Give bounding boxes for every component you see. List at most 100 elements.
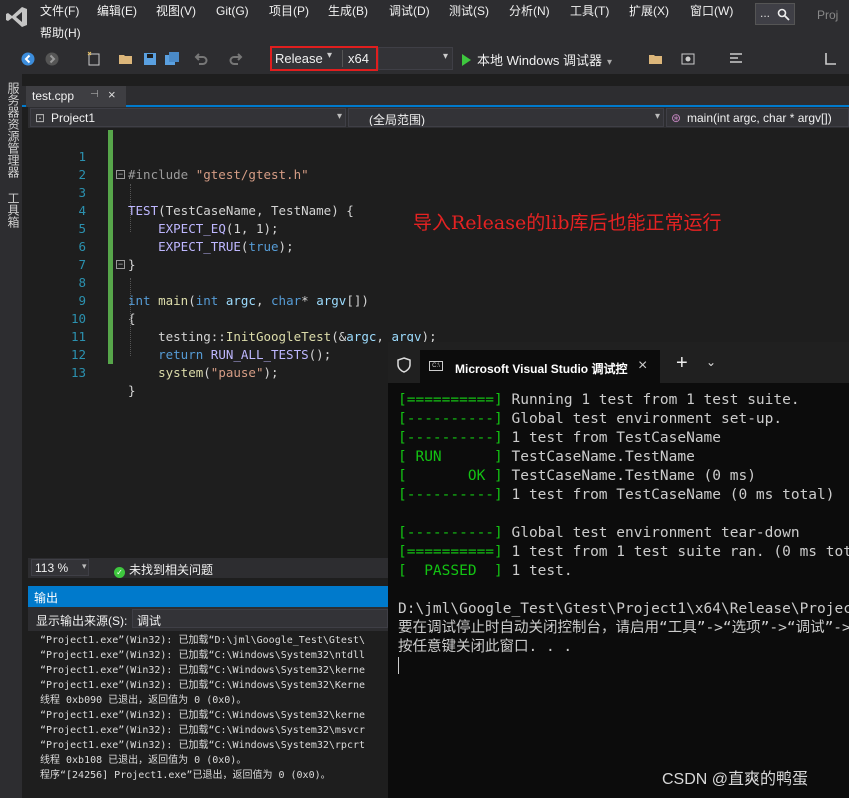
menu-analyze[interactable]: 分析(N) — [509, 4, 550, 18]
menu-edit[interactable]: 编辑(E) — [97, 4, 137, 18]
search-box[interactable]: ... — [755, 3, 795, 25]
menu-debug[interactable]: 调试(D) — [389, 4, 430, 18]
annotation-text: 导入Release的lib库后也能正常运行 — [413, 212, 722, 234]
redo-icon[interactable] — [228, 51, 244, 67]
code-line[interactable]: 11 return RUN_ALL_TESTS(); — [28, 310, 388, 362]
terminal-line: [----------] 1 test from TestCaseName — [398, 429, 721, 448]
document-tab-bar — [22, 86, 849, 107]
search-icon — [777, 8, 790, 21]
server-explorer-tab[interactable]: 服务器资源管理器 — [5, 82, 22, 178]
tool-window-strip: 服务器资源管理器 工具箱 — [0, 74, 22, 798]
folder-icon[interactable] — [648, 51, 664, 67]
code-line[interactable]: 10 testing::InitGoogleTest(&argc, argv); — [28, 292, 437, 344]
terminal-tag: [----------] — [398, 525, 503, 541]
function-icon: ⊛ — [671, 111, 682, 125]
editor-status-bar: 113 % ▾ ✓ 未找到相关问题 — [28, 558, 388, 578]
line-number: 13 — [70, 365, 86, 380]
menu-bar: 文件(F) 编辑(E) 视图(V) Git(G) 项目(P) 生成(B) 调试(… — [0, 0, 849, 44]
window-title: Proj — [817, 8, 839, 22]
menu-build[interactable]: 生成(B) — [328, 4, 368, 18]
issues-indicator[interactable]: ✓ 未找到相关问题 — [114, 561, 213, 578]
screenshot-icon[interactable] — [680, 51, 696, 67]
tab-test-cpp[interactable]: test.cpp ⊣ × — [26, 86, 126, 107]
menu-project[interactable]: 项目(P) — [269, 4, 309, 18]
collapse-icon[interactable]: − — [116, 170, 125, 179]
terminal-text: TestCaseName.TestName — [502, 449, 695, 465]
visual-studio-logo-icon[interactable] — [4, 4, 30, 30]
output-text[interactable]: “Project1.exe”(Win32): 已加载“D:\jml\Google… — [28, 631, 388, 798]
terminal-text: 1 test from 1 test suite ran. (0 ms tota… — [502, 544, 849, 560]
scope-dropdown[interactable]: (全局范围) ▾ — [348, 108, 664, 127]
terminal-text: 1 test. — [502, 563, 573, 579]
code-line[interactable]: 8 int main(int argc, char* argv[]) — [28, 256, 388, 308]
start-debugging-button[interactable]: 本地 Windows 调试器 ▾ — [462, 50, 612, 69]
save-all-icon[interactable] — [164, 51, 180, 67]
terminal-text: Global test environment set-up. — [502, 411, 783, 427]
terminal-text: TestCaseName.TestName (0 ms) — [502, 468, 756, 484]
output-source-value: 调试 — [137, 614, 162, 628]
solution-configuration-dropdown[interactable]: Release ▾ x64 — [270, 46, 378, 71]
terminal-line: D:\jml\Google_Test\Gtest\Project1\x64\Re… — [398, 600, 849, 619]
menu-window[interactable]: 窗口(W) — [690, 4, 733, 18]
terminal-tag: [ RUN ] — [398, 449, 503, 465]
search-box-label: ... — [760, 6, 771, 20]
menu-tools[interactable]: 工具(T) — [570, 4, 609, 18]
debug-console-window[interactable]: C:\ Microsoft Visual Studio 调试控 × + ⌄ [=… — [388, 342, 849, 798]
terminal-line: [----------] Global test environment tea… — [398, 524, 800, 543]
code-line[interactable]: 4 EXPECT_EQ(1, 1); — [28, 184, 388, 236]
code-line[interactable]: 13 } — [28, 346, 388, 398]
solution-platform-dropdown[interactable]: ▾ — [378, 47, 453, 70]
open-folder-icon[interactable] — [118, 51, 134, 67]
terminal-line: [----------] 1 test from TestCaseName (0… — [398, 486, 835, 505]
indent-guide — [130, 278, 131, 356]
terminal-tag: [==========] — [398, 544, 503, 560]
output-title-label: 输出 — [34, 591, 59, 605]
output-source-dropdown[interactable]: 调试 — [132, 609, 388, 628]
close-icon[interactable]: × — [108, 87, 116, 102]
terminal-line: [==========] 1 test from 1 test suite ra… — [398, 543, 849, 562]
chevron-down-icon: ▾ — [654, 111, 660, 122]
format-icon[interactable] — [728, 51, 744, 67]
code-line[interactable]: 12 system("pause"); — [28, 328, 388, 380]
chevron-down-icon: ▾ — [336, 111, 342, 122]
code-line[interactable]: 6 } — [28, 220, 388, 272]
terminal-text: Running 1 test from 1 test suite. — [502, 392, 800, 408]
play-icon — [462, 54, 471, 66]
output-panel-title[interactable]: 输出 — [28, 586, 388, 607]
undo-icon[interactable] — [193, 51, 209, 67]
output-line: 程序“[24256] Project1.exe”已退出，返回值为 0 (0x0)… — [40, 770, 331, 781]
code-text: system("pause"); — [158, 365, 279, 380]
back-icon[interactable] — [20, 51, 36, 67]
code-line[interactable]: 9 { — [28, 274, 388, 326]
menu-file[interactable]: 文件(F) — [40, 4, 79, 18]
terminal-text: Global test environment tear-down — [502, 525, 800, 541]
code-line[interactable]: 3 TEST(TestCaseName, TestName) { — [28, 166, 388, 218]
menu-help[interactable]: 帮助(H) — [40, 26, 81, 40]
code-line[interactable]: 5 EXPECT_TRUE(true); — [28, 202, 388, 254]
new-item-icon[interactable] — [86, 51, 102, 67]
code-line[interactable]: 1 #include "gtest/gtest.h" — [28, 130, 388, 182]
menu-view[interactable]: 视图(V) — [156, 4, 196, 18]
close-icon[interactable]: × — [638, 357, 647, 375]
collapse-icon[interactable]: − — [116, 260, 125, 269]
member-dropdown[interactable]: ⊛ main(int argc, char * argv[]) — [666, 108, 849, 127]
live-share-icon[interactable] — [823, 51, 839, 67]
toolbox-tab[interactable]: 工具箱 — [5, 192, 22, 228]
save-icon[interactable] — [142, 51, 158, 67]
new-tab-icon[interactable]: + — [676, 353, 688, 373]
terminal-line: 按任意键关闭此窗口. . . — [398, 638, 572, 657]
terminal-text: D:\jml\Google_Test\Gtest\Project1\x64\Re… — [398, 601, 849, 617]
code-line[interactable]: 7 — [28, 238, 388, 272]
output-line: “Project1.exe”(Win32): 已加载“C:\Windows\Sy… — [40, 650, 366, 661]
code-line[interactable]: 2 — [28, 148, 388, 182]
menu-extensions[interactable]: 扩展(X) — [629, 4, 669, 18]
forward-icon[interactable] — [44, 51, 60, 67]
zoom-dropdown[interactable]: 113 % ▾ — [31, 559, 89, 576]
navigation-bar: ⊡ Project1 ▾ (全局范围) ▾ ⊛ main(int argc, c… — [28, 107, 849, 128]
project-dropdown[interactable]: ⊡ Project1 ▾ — [30, 108, 346, 127]
menu-git[interactable]: Git(G) — [216, 4, 249, 18]
chevron-down-icon[interactable]: ⌄ — [706, 355, 716, 369]
menu-test[interactable]: 测试(S) — [449, 4, 489, 18]
terminal-tab[interactable]: C:\ Microsoft Visual Studio 调试控 × — [420, 350, 660, 383]
pin-icon[interactable]: ⊣ — [90, 89, 99, 100]
